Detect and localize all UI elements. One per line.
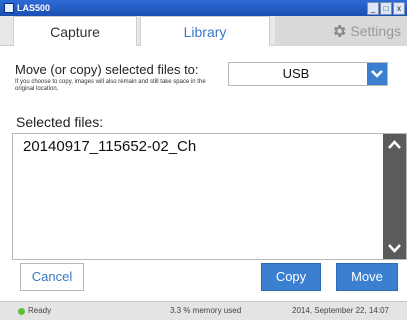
window-title: LAS500 — [17, 3, 51, 13]
move-label: Move (or copy) selected files to: — [15, 62, 199, 77]
list-item[interactable]: 20140917_115652-02_Ch — [23, 138, 196, 155]
tab-bar: Capture Library Settings — [0, 16, 407, 46]
memory-usage: 3.3 % memory used — [170, 306, 242, 315]
chevron-down-icon — [388, 244, 401, 253]
destination-select[interactable]: USB — [228, 62, 388, 86]
tab-settings[interactable]: Settings — [275, 16, 407, 46]
minimize-button[interactable]: _ — [367, 2, 379, 15]
move-button[interactable]: Move — [336, 263, 398, 291]
tab-library[interactable]: Library — [140, 16, 270, 46]
date-time: 2014, September 22, 14:07 — [292, 306, 389, 315]
copy-button[interactable]: Copy — [261, 263, 321, 291]
chevron-down-icon — [371, 70, 383, 78]
chevron-up-icon — [388, 140, 401, 149]
window-controls: _ □ x — [367, 2, 405, 15]
scroll-up-button[interactable] — [383, 134, 406, 156]
tab-capture[interactable]: Capture — [13, 16, 137, 46]
scroll-down-button[interactable] — [383, 237, 406, 259]
maximize-button[interactable]: □ — [380, 2, 392, 15]
scrollbar[interactable] — [383, 134, 406, 259]
cancel-button[interactable]: Cancel — [20, 263, 84, 291]
status-indicator-icon — [18, 308, 25, 315]
status-text: Ready — [28, 306, 52, 315]
selected-files-label: Selected files: — [16, 114, 104, 130]
window-titlebar: LAS500 _ □ x — [0, 0, 407, 16]
destination-value: USB — [282, 66, 310, 81]
status-bar: Ready 3.3 % memory used 2014, September … — [0, 301, 407, 320]
close-button[interactable]: x — [393, 2, 405, 15]
dropdown-toggle[interactable] — [367, 63, 387, 85]
move-note: If you choose to copy, images will also … — [15, 79, 206, 92]
selected-files-list[interactable]: 20140917_115652-02_Ch — [12, 133, 407, 260]
gear-icon — [334, 25, 346, 37]
tab-settings-label: Settings — [350, 23, 401, 39]
app-icon — [4, 3, 14, 13]
